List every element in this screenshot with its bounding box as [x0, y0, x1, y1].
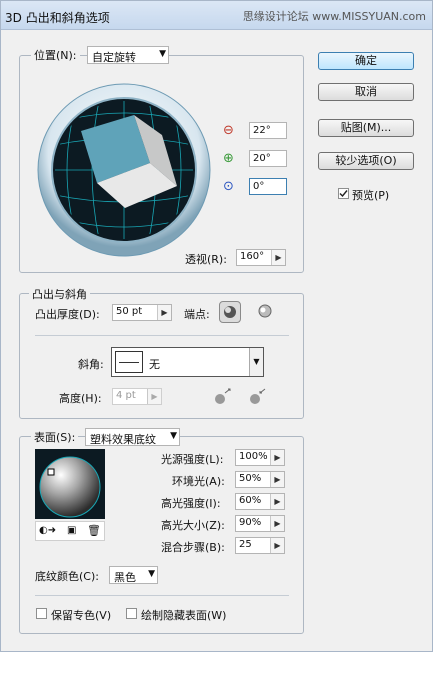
bevel-in-icon	[250, 388, 266, 404]
ambient-stepper[interactable]: 50% ▶	[235, 471, 285, 488]
draw-hidden-label: 绘制隐藏表面(W)	[141, 609, 227, 622]
extrude-depth-label: 凸出厚度(D):	[35, 308, 100, 321]
position-label: 位置(N):	[31, 47, 80, 63]
checkmark-icon	[339, 190, 348, 198]
shade-color-dropdown[interactable]: 黑色 ▼	[109, 566, 158, 584]
watermark: 思缘设计论坛 www.MISSYUAN.com	[242, 10, 426, 23]
cap-off-button[interactable]	[255, 301, 277, 323]
highlight-intensity-value: 60%	[239, 495, 262, 506]
highlight-size-value: 90%	[239, 517, 262, 528]
light-intensity-stepper[interactable]: 100% ▶	[235, 449, 285, 466]
trash-icon[interactable]: 🗑	[87, 524, 101, 537]
preview-label: 预览(P)	[352, 189, 390, 202]
cancel-button[interactable]: 取消	[318, 83, 414, 101]
extrude-bevel-legend: 凸出与斜角	[29, 286, 90, 302]
surface-value: 塑料效果底纹	[90, 433, 156, 446]
x-rotate-icon: ⊖	[223, 123, 234, 138]
blend-steps-stepper[interactable]: 25 ▶	[235, 537, 285, 554]
y-rotate-icon: ⊕	[223, 151, 234, 166]
triangle-right-icon: ▶	[270, 494, 284, 509]
triangle-right-icon: ▶	[147, 389, 161, 404]
bevel-in-button[interactable]	[246, 387, 268, 407]
light-intensity-label: 光源强度(L):	[161, 453, 224, 466]
y-rotation-input[interactable]: 20°	[249, 150, 287, 167]
perspective-stepper[interactable]: 160° ▶	[236, 249, 286, 266]
bevel-out-icon	[215, 388, 231, 404]
lighting-preview[interactable]	[35, 449, 105, 519]
shade-color-label: 底纹颜色(C):	[35, 570, 99, 583]
ok-button[interactable]: 确定	[318, 52, 414, 70]
surface-dropdown[interactable]: 塑料效果底纹 ▼	[85, 428, 180, 446]
cap-off-icon	[258, 304, 272, 318]
bevel-dropdown[interactable]: 无 ▼	[111, 347, 264, 377]
preserve-spot-checkbox[interactable]	[36, 608, 47, 619]
dialog-window: 3D 凸出和斜角选项 思缘设计论坛 www.MISSYUAN.com 确定 取消…	[0, 0, 433, 652]
divider	[35, 595, 289, 596]
new-light-icon[interactable]: ▣	[67, 525, 76, 536]
cap-label: 端点:	[184, 308, 210, 321]
triangle-right-icon: ▶	[270, 516, 284, 531]
divider	[35, 335, 289, 336]
map-button[interactable]: 贴图(M)...	[318, 119, 414, 137]
preserve-spot-label: 保留专色(V)	[51, 609, 112, 622]
triangle-right-icon: ▶	[157, 305, 171, 320]
title-bar: 3D 凸出和斜角选项 思缘设计论坛 www.MISSYUAN.com	[1, 1, 432, 30]
triangle-right-icon: ▶	[270, 450, 284, 465]
perspective-value: 160°	[240, 251, 265, 262]
position-dropdown[interactable]: 自定旋转 ▼	[87, 46, 169, 64]
triangle-right-icon: ▶	[271, 250, 285, 265]
extrude-depth-value: 50 pt	[116, 306, 143, 317]
triangle-right-icon: ▶	[270, 472, 284, 487]
x-rotation-input[interactable]: 22°	[249, 122, 287, 139]
position-value: 自定旋转	[92, 51, 136, 64]
draw-hidden-checkbox[interactable]	[126, 608, 137, 619]
cap-on-button[interactable]	[219, 301, 241, 323]
bevel-label: 斜角:	[78, 358, 104, 371]
light-handle[interactable]	[47, 468, 55, 476]
highlight-intensity-stepper[interactable]: 60% ▶	[235, 493, 285, 510]
ambient-value: 50%	[239, 473, 262, 484]
z-rotation-input[interactable]: 0°	[249, 178, 287, 195]
triangle-right-icon: ▶	[270, 538, 284, 553]
height-label: 高度(H):	[59, 392, 102, 405]
sphere-icon	[39, 456, 101, 518]
blend-steps-value: 25	[239, 539, 252, 550]
cap-on-icon	[224, 306, 236, 318]
ambient-label: 环境光(A):	[172, 475, 225, 488]
surface-label: 表面(S):	[31, 429, 79, 445]
height-value: 4 pt	[116, 390, 136, 401]
chevron-down-icon: ▼	[148, 569, 155, 579]
highlight-intensity-label: 高光强度(I):	[161, 497, 221, 510]
bevel-out-button[interactable]	[211, 387, 233, 407]
chevron-down-icon: ▼	[249, 348, 263, 376]
perspective-label: 透视(R):	[185, 253, 227, 266]
preview-checkbox[interactable]	[338, 188, 349, 199]
extrude-depth-stepper[interactable]: 50 pt ▶	[112, 304, 172, 321]
chevron-down-icon: ▼	[170, 431, 177, 441]
shade-color-value: 黑色	[114, 571, 136, 584]
fewer-options-button[interactable]: 较少选项(O)	[318, 152, 414, 170]
chevron-down-icon: ▼	[159, 49, 166, 59]
dialog-title: 3D 凸出和斜角选项	[5, 11, 110, 25]
bevel-value: 无	[149, 358, 160, 371]
bevel-swatch	[115, 351, 143, 373]
move-light-back-icon[interactable]: ◐➜	[39, 525, 56, 536]
rotation-trackball[interactable]	[37, 83, 212, 258]
z-rotate-icon: ⊙	[223, 179, 234, 194]
highlight-size-stepper[interactable]: 90% ▶	[235, 515, 285, 532]
light-intensity-value: 100%	[239, 451, 268, 462]
height-stepper[interactable]: 4 pt ▶	[112, 388, 162, 405]
blend-steps-label: 混合步骤(B):	[161, 541, 225, 554]
highlight-size-label: 高光大小(Z):	[161, 519, 225, 532]
light-toolbar: ◐➜ ▣ 🗑	[35, 521, 105, 541]
